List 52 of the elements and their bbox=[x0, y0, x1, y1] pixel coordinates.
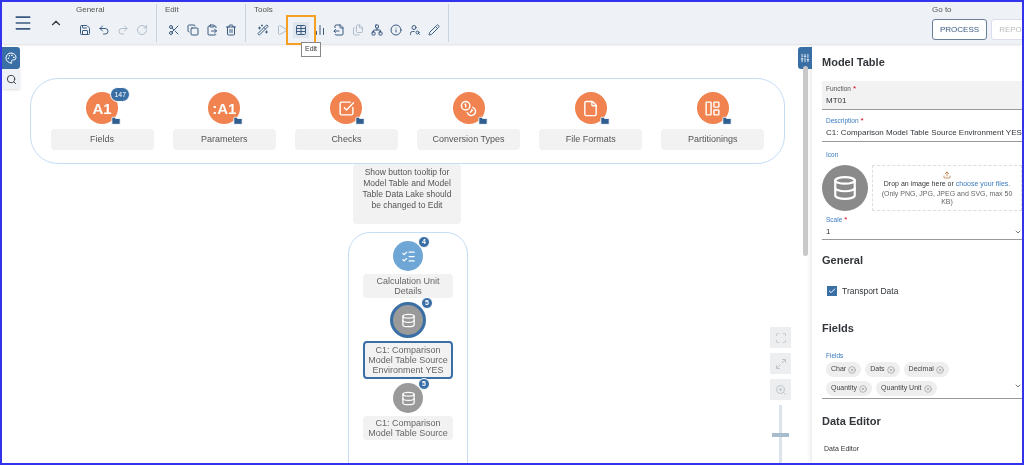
note-box: Show button tooltip for Model Table and Model Table Data Lake should be changed to Edit bbox=[353, 164, 461, 224]
checkbox[interactable] bbox=[827, 286, 837, 297]
field-value: C1: Comparison Model Table Source Environment YES bbox=[826, 127, 1022, 137]
field-value: 1 bbox=[826, 227, 831, 237]
pencil-icon[interactable] bbox=[426, 22, 442, 38]
scrollbar[interactable] bbox=[803, 66, 808, 256]
user-search-icon[interactable] bbox=[407, 22, 423, 38]
section-title: Data Editor bbox=[822, 414, 882, 429]
copy-icon[interactable] bbox=[185, 22, 201, 38]
field-value: MT01 bbox=[826, 95, 847, 105]
folder-icon bbox=[233, 116, 244, 126]
hierarchy-icon[interactable] bbox=[369, 22, 385, 38]
table-icon[interactable] bbox=[293, 22, 309, 38]
node-label[interactable]: C1: Comparison Model Table Source Environment YES bbox=[363, 341, 453, 379]
required-mark: * bbox=[852, 83, 857, 93]
group-label: Go to bbox=[932, 4, 953, 16]
node-label[interactable]: Fields bbox=[50, 129, 154, 150]
upload-icon bbox=[943, 171, 951, 179]
palette-icon[interactable] bbox=[2, 47, 20, 69]
node-label[interactable]: File Formats bbox=[539, 129, 643, 150]
group-label: General bbox=[75, 4, 106, 16]
node-label[interactable]: Parameters bbox=[172, 129, 276, 150]
file-export-icon[interactable] bbox=[331, 22, 347, 38]
folder-icon bbox=[477, 116, 488, 126]
folder-icon bbox=[599, 116, 610, 126]
save-icon[interactable] bbox=[77, 22, 93, 38]
panel-title: Model Table bbox=[822, 55, 886, 70]
undo-icon[interactable] bbox=[96, 22, 112, 38]
info-icon[interactable] bbox=[388, 22, 404, 38]
search-icon[interactable] bbox=[2, 69, 20, 89]
required-mark: * bbox=[860, 115, 864, 125]
node-label[interactable]: C1: Comparison Model Table Source bbox=[363, 416, 453, 440]
folder-icon bbox=[721, 116, 732, 126]
clipboard-icon[interactable] bbox=[204, 22, 220, 38]
section-title: General bbox=[822, 253, 864, 269]
required-mark: * bbox=[844, 215, 848, 225]
folder-icon bbox=[355, 116, 366, 126]
checkbox-label: Transport Data bbox=[842, 284, 899, 298]
node-label[interactable]: Partitionings bbox=[661, 129, 765, 150]
node-label[interactable]: Calculation Unit Details bbox=[363, 274, 453, 298]
section-title: Fields bbox=[822, 320, 855, 336]
magic-wand-icon[interactable] bbox=[255, 22, 271, 38]
group-label: Tools bbox=[253, 4, 274, 16]
settings-icon[interactable] bbox=[798, 47, 812, 69]
node-label[interactable]: Checks bbox=[294, 129, 398, 150]
group-label: Edit bbox=[164, 4, 180, 16]
node-label[interactable]: Conversion Types bbox=[417, 129, 521, 150]
dropdown-icon bbox=[1014, 382, 1022, 390]
goto-button[interactable]: PROCESS bbox=[932, 19, 988, 40]
folder-icon bbox=[111, 116, 122, 126]
trash-icon[interactable] bbox=[223, 22, 239, 38]
zoom-slider-thumb[interactable] bbox=[772, 433, 789, 437]
